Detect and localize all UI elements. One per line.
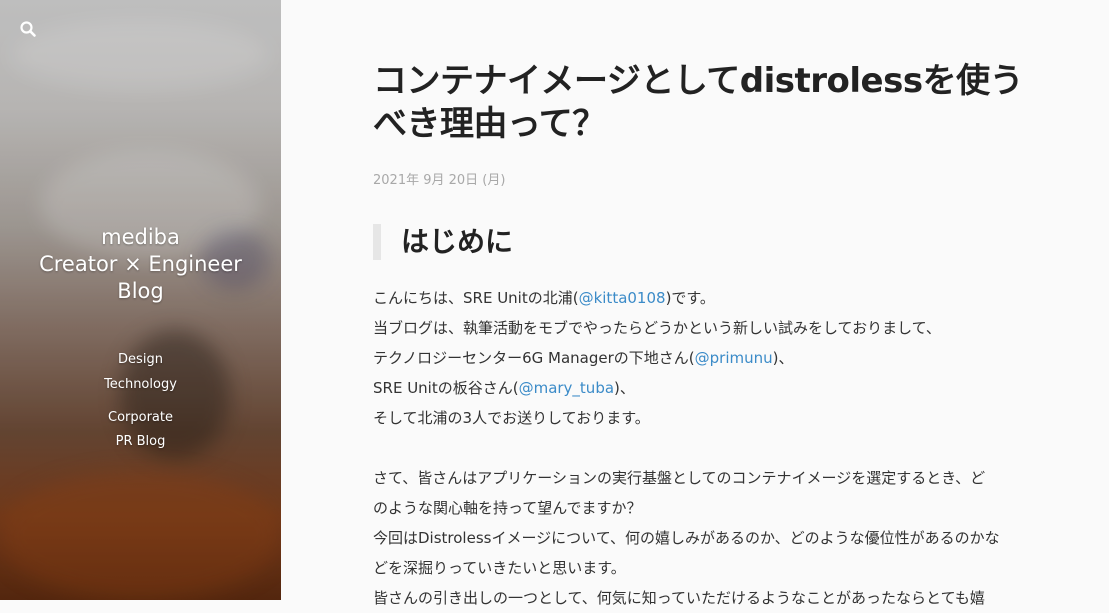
paragraph-line: 皆さんの引き出しの一つとして、何気に知っていただけるようなことがあったならとても…	[373, 589, 985, 608]
twitter-link-kitta0108[interactable]: @kitta0108	[579, 289, 666, 307]
post-date: 2021年 9月 20日 (月)	[373, 173, 506, 188]
text-span: SRE Unitの板谷さん(	[373, 379, 519, 398]
text-span: )、	[772, 349, 794, 368]
text-span: テクノロジーセンター6G Managerの下地さん(	[373, 349, 695, 368]
paragraph-line: さて、皆さんはアプリケーションの実行基盤としてのコンテナイメージを選定するとき、…	[373, 469, 986, 488]
twitter-link-mary-tuba[interactable]: @mary_tuba	[519, 379, 614, 397]
secondary-nav: Corporate PR Blog	[0, 406, 281, 454]
paragraph-line: そして北浦の3人でお送りしております。	[373, 409, 650, 428]
brand-line: mediba	[101, 225, 180, 249]
paragraph-line: どを深掘りっていきたいと思います。	[373, 559, 626, 578]
brand-line: Creator × Engineer	[39, 252, 242, 276]
paragraph-line: 当ブログは、執筆活動をモブでやったらどうかという新しい試みをしておりまして、	[373, 319, 941, 338]
primary-nav: Design Technology	[0, 347, 281, 397]
paragraph-line: SRE Unitの板谷さん(@mary_tuba)、	[373, 373, 1033, 403]
nav-corporate[interactable]: Corporate	[0, 406, 281, 430]
sidebar: mediba Creator × Engineer Blog Design Te…	[0, 0, 281, 600]
article-body: こんにちは、SRE Unitの北浦(@kitta0108)です。 当ブログは、執…	[373, 283, 1033, 613]
nav-technology[interactable]: Technology	[0, 372, 281, 397]
paragraph-line: テクノロジーセンター6G Managerの下地さん(@primunu)、	[373, 343, 1033, 373]
brand-line: Blog	[117, 279, 164, 303]
nav-pr-blog[interactable]: PR Blog	[0, 430, 281, 454]
text-span: こんにちは、SRE Unitの北浦(	[373, 289, 579, 308]
twitter-link-primunu[interactable]: @primunu	[695, 349, 773, 367]
paragraph-spacer	[373, 433, 1033, 463]
paragraph-line: 今回はDistrolessイメージについて、何の嬉しみがあるのか、どのような優位…	[373, 529, 1000, 548]
search-button[interactable]	[18, 19, 38, 39]
nav-design[interactable]: Design	[0, 347, 281, 372]
paragraph-line: こんにちは、SRE Unitの北浦(@kitta0108)です。	[373, 283, 1033, 313]
text-span: )です。	[665, 289, 715, 308]
search-icon	[20, 21, 36, 37]
section-heading: はじめに	[373, 224, 1033, 260]
text-span: )、	[614, 379, 635, 398]
article: コンテナイメージとしてdistrolessを使うべき理由って？ 2021年 9月…	[373, 60, 1033, 613]
paragraph-line: のような関心軸を持って望んでますか？	[373, 499, 642, 518]
post-title: コンテナイメージとしてdistrolessを使うべき理由って？	[373, 61, 1024, 144]
site-brand[interactable]: mediba Creator × Engineer Blog	[0, 224, 281, 305]
